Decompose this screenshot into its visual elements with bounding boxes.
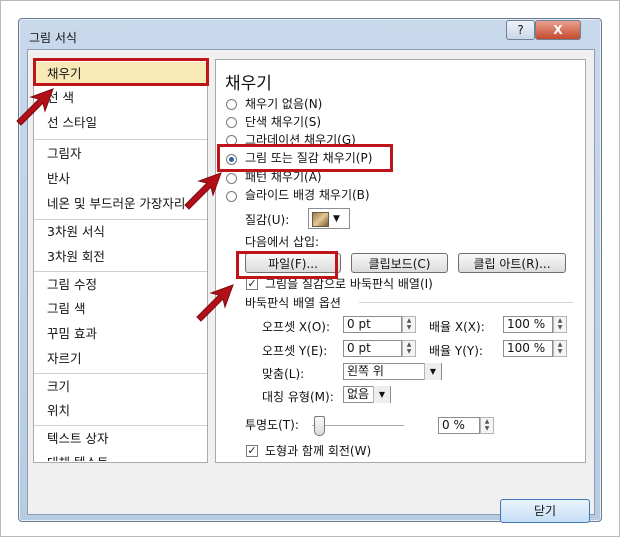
slider-track — [312, 425, 404, 426]
nav-item-size[interactable]: 크기 — [34, 375, 207, 399]
transparency-input[interactable]: 0 % — [438, 417, 480, 434]
scale-y-label: 배율 Y(Y): — [429, 344, 483, 358]
texture-label: 질감(U): — [245, 213, 290, 227]
scale-x-spinner[interactable]: ▲ ▼ — [553, 316, 567, 333]
highlight-file-button — [236, 251, 338, 279]
chevron-down-icon: ▼ — [373, 386, 390, 403]
tile-options-label: 바둑판식 배열 옵션 — [245, 296, 341, 310]
radio-no-fill[interactable] — [226, 99, 237, 110]
close-window-button[interactable]: X — [535, 20, 581, 40]
align-label: 맞춤(L): — [262, 367, 305, 381]
scale-y-input[interactable]: 100 % — [503, 340, 553, 357]
category-list: 채우기 선 색 선 스타일 그림자 반사 네온 및 부드러운 가장자리 3차원 … — [33, 59, 208, 463]
nav-item-3d-rotation[interactable]: 3차원 회전 — [34, 245, 207, 269]
annotation-arrow-icon — [16, 88, 54, 126]
nav-divider — [34, 271, 207, 272]
offset-y-spinner[interactable]: ▲ ▼ — [402, 340, 416, 357]
nav-divider — [34, 425, 207, 426]
nav-item-3d-format[interactable]: 3차원 서식 — [34, 220, 207, 244]
annotation-arrow-icon — [196, 284, 234, 322]
mirror-type-select-value: 없음 — [347, 387, 370, 401]
mirror-type-select[interactable]: 없음 ▼ — [343, 386, 391, 403]
chevron-down-icon: ▼ — [424, 363, 441, 380]
scale-x-label: 배율 X(X): — [429, 320, 485, 334]
nav-item-crop[interactable]: 자르기 — [34, 347, 207, 371]
radio-slide-background-fill-label: 슬라이드 배경 채우기(B) — [245, 188, 370, 202]
panel-heading: 채우기 — [225, 74, 272, 94]
slider-thumb[interactable] — [314, 416, 325, 436]
radio-pattern-fill[interactable] — [226, 173, 237, 184]
nav-item-picture-corrections[interactable]: 그림 수정 — [34, 273, 207, 297]
texture-swatch-icon — [312, 212, 329, 227]
nav-item-picture-color[interactable]: 그림 색 — [34, 297, 207, 321]
rotate-with-shape-checkbox[interactable]: ✓ — [246, 445, 258, 457]
transparency-label: 투명도(T): — [245, 418, 299, 432]
nav-divider — [34, 373, 207, 374]
scale-x-input[interactable]: 100 % — [503, 316, 553, 333]
radio-slide-background-fill[interactable] — [226, 191, 237, 202]
nav-item-artistic-effects[interactable]: 꾸밈 효과 — [34, 322, 207, 346]
nav-item-alt-text[interactable]: 대체 텍스트 — [34, 451, 207, 461]
clipboard-button[interactable]: 클립보드(C) — [351, 253, 448, 273]
offset-y-label: 오프셋 Y(E): — [262, 344, 328, 358]
scale-y-spinner[interactable]: ▲ ▼ — [553, 340, 567, 357]
highlight-picture-fill — [217, 144, 393, 172]
nav-item-shadow[interactable]: 그림자 — [34, 142, 207, 166]
tile-checkbox[interactable]: ✓ — [246, 278, 258, 290]
offset-x-spinner[interactable]: ▲ ▼ — [402, 316, 416, 333]
rotate-with-shape-label: 도형과 함께 회전(W) — [265, 444, 372, 458]
screenshot-frame: 그림 서식 ? X 채우기 선 색 선 스타일 그림자 반사 네온 및 부드러운… — [0, 0, 620, 537]
dialog-body: 채우기 선 색 선 스타일 그림자 반사 네온 및 부드러운 가장자리 3차원 … — [27, 49, 595, 523]
section-divider — [359, 302, 573, 303]
annotation-arrow-icon — [184, 172, 222, 210]
radio-solid-fill[interactable] — [226, 117, 237, 128]
mirror-type-label: 대칭 유형(M): — [262, 390, 334, 404]
offset-y-input[interactable]: 0 pt — [343, 340, 402, 357]
dialog-title: 그림 서식 — [29, 31, 77, 45]
radio-solid-fill-label: 단색 채우기(S) — [245, 115, 321, 129]
align-select[interactable]: 왼쪽 위 ▼ — [343, 363, 442, 380]
radio-no-fill-label: 채우기 없음(N) — [245, 97, 323, 111]
offset-x-input[interactable]: 0 pt — [343, 316, 402, 333]
chevron-down-icon: ▼ — [333, 214, 340, 224]
help-button[interactable]: ? — [506, 20, 535, 40]
transparency-slider[interactable] — [312, 416, 412, 436]
close-button[interactable]: 닫기 — [500, 499, 590, 523]
nav-item-line-color[interactable]: 선 색 — [34, 86, 207, 110]
nav-divider — [34, 139, 207, 140]
insert-from-label: 다음에서 삽입: — [245, 235, 320, 249]
transparency-spinner[interactable]: ▲ ▼ — [480, 417, 494, 434]
nav-item-line-style[interactable]: 선 스타일 — [34, 111, 207, 135]
nav-item-position[interactable]: 위치 — [34, 399, 207, 423]
clipart-button[interactable]: 클립 아트(R)... — [458, 253, 566, 273]
texture-picker[interactable]: ▼ — [308, 208, 350, 229]
highlight-fill-nav — [33, 58, 209, 86]
nav-item-text-box[interactable]: 텍스트 상자 — [34, 427, 207, 451]
align-select-value: 왼쪽 위 — [347, 364, 384, 378]
offset-x-label: 오프셋 X(O): — [262, 320, 331, 334]
